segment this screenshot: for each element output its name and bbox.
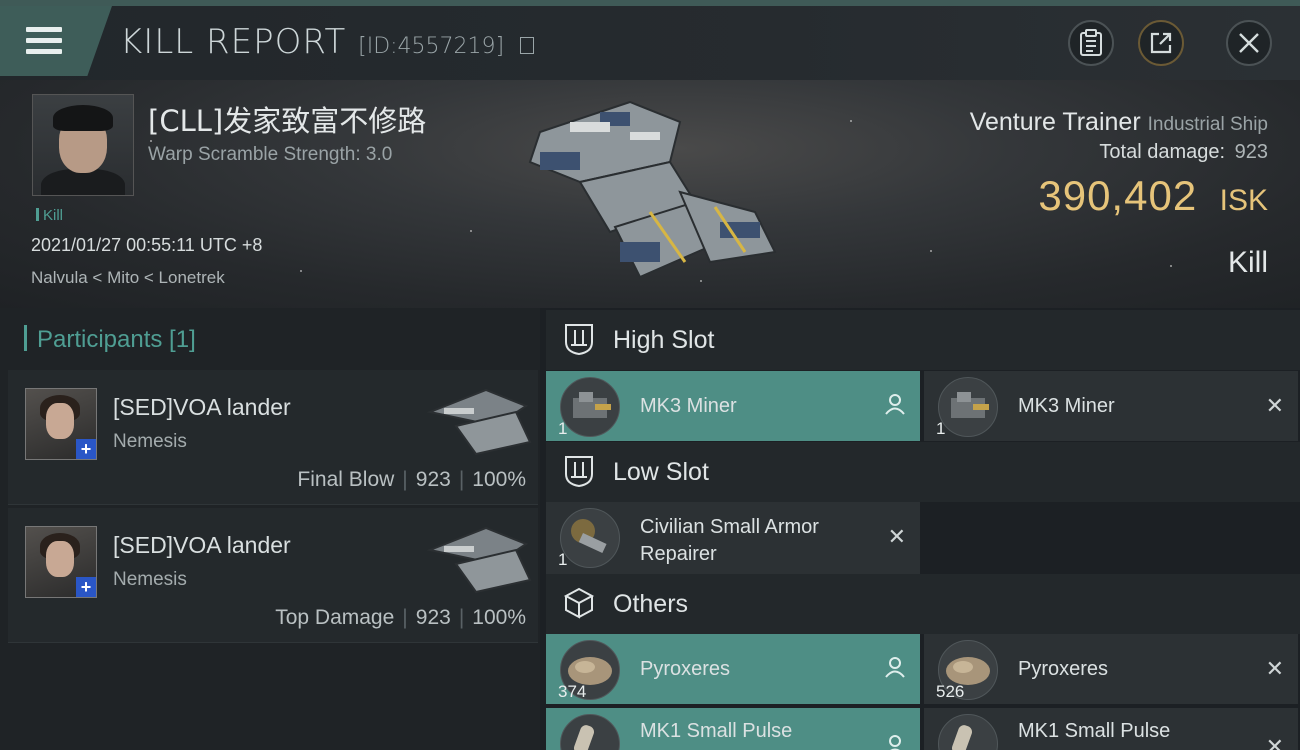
kill-tag: Kill	[36, 207, 63, 224]
item-name: Pyroxeres	[1018, 658, 1109, 680]
participant-card[interactable]: + [SED]VOA lander Nemesis Final Blow | 923…	[8, 370, 538, 505]
module-thumbnail	[938, 714, 998, 750]
others-item[interactable]: MK1 Small Pulse	[546, 708, 920, 750]
dropped-person-icon	[885, 394, 905, 415]
item-quantity: 1	[558, 419, 568, 438]
victim-ship-image[interactable]	[520, 92, 790, 302]
module-thumbnail	[560, 714, 620, 750]
hamburger-icon	[26, 27, 62, 60]
low-slot-item[interactable]: 1 Civilian Small Armor Repairer ✕	[546, 502, 920, 574]
ship-name-text: Venture Trainer	[969, 108, 1141, 136]
low-slot-label: Low Slot	[613, 458, 709, 486]
participant-ship: Nemesis	[113, 569, 187, 590]
high-slot-icon	[565, 324, 593, 356]
participant-avatar[interactable]: +	[25, 388, 97, 460]
participants-heading: Participants [1]	[24, 325, 196, 354]
item-quantity: 1	[558, 550, 568, 569]
kill-id: [ID:4557219]	[358, 34, 505, 59]
module-thumbnail	[560, 508, 620, 568]
item-name: MK3 Miner	[640, 395, 737, 417]
item-quantity: 374	[558, 682, 587, 701]
others-label: Others	[613, 590, 689, 618]
high-slot-item[interactable]: 1 MK3 Miner	[546, 371, 920, 441]
participant-avatar[interactable]: +	[25, 526, 97, 598]
low-slot-icon	[565, 456, 593, 488]
destroyed-x-icon: ✕	[1265, 656, 1284, 681]
others-item[interactable]: 374 Pyroxeres	[546, 634, 920, 704]
others-item[interactable]: MK1 Small Pulse ✕	[924, 708, 1298, 750]
participant-role: Final Blow	[297, 468, 395, 491]
participant-card[interactable]: + [SED]VOA lander Nemesis Top Damage | 923…	[8, 508, 538, 643]
share-icon	[1150, 32, 1172, 54]
isk-label: ISK	[1219, 184, 1268, 217]
others-header: Others	[546, 574, 1300, 634]
destroyed-x-icon: ✕	[1265, 734, 1284, 750]
clipboard-button[interactable]	[1068, 20, 1114, 66]
item-name: MK1 Small Pulse	[640, 720, 793, 742]
destroyed-x-icon: ✕	[887, 524, 906, 549]
participant-ship-image	[426, 526, 532, 594]
participant-name: [SED]VOA lander	[113, 394, 291, 420]
dropped-person-icon	[889, 735, 901, 750]
low-slot-header: Low Slot	[546, 442, 1300, 502]
dropped-person-icon	[885, 657, 905, 678]
isk-value: 390,402 ISK	[1038, 172, 1268, 220]
high-slot-item[interactable]: 1 MK3 Miner ✕	[924, 371, 1298, 441]
close-icon	[1239, 33, 1259, 53]
participant-ship: Nemesis	[113, 431, 187, 452]
add-contact-icon[interactable]: +	[76, 577, 96, 597]
cube-icon	[563, 587, 595, 619]
total-damage: Total damage: 923	[1099, 141, 1268, 164]
victim-name[interactable]: [CLL]发家致富不修路	[148, 98, 426, 140]
module-thumbnail	[938, 377, 998, 437]
close-button[interactable]	[1226, 20, 1272, 66]
participant-stats: Final Blow | 923 | 100%	[297, 468, 526, 491]
kill-result: Kill	[1227, 246, 1268, 279]
participant-damage: 923	[415, 606, 451, 629]
item-quantity: 1	[936, 419, 946, 438]
participant-role: Top Damage	[275, 606, 395, 629]
warp-scramble-strength: Warp Scramble Strength: 3.0	[148, 144, 393, 165]
kill-datetime: 2021/01/27 00:55:11 UTC +8	[31, 235, 263, 255]
destroyed-x-icon: ✕	[1265, 393, 1284, 418]
participant-ship-image	[426, 388, 532, 456]
item-name: MK1 Small Pulse	[1018, 720, 1171, 742]
participant-damage: 923	[415, 468, 451, 491]
module-thumbnail	[560, 377, 620, 437]
high-slot-header: High Slot	[546, 310, 1300, 370]
copy-icon[interactable]	[519, 37, 534, 54]
kill-location[interactable]: Nalvula < Mito < Lonetrek	[31, 268, 225, 288]
victim-portrait[interactable]	[32, 94, 134, 196]
participant-percent: 100%	[472, 468, 526, 491]
participant-name: [SED]VOA lander	[113, 532, 291, 558]
item-name: MK3 Miner	[1018, 395, 1115, 417]
page-title: KILL REPORT [ID:4557219]	[120, 22, 534, 62]
high-slot-label: High Slot	[613, 326, 715, 354]
share-button[interactable]	[1138, 20, 1184, 66]
total-damage-value: 923	[1234, 141, 1268, 163]
page-title-text: KILL REPORT	[120, 22, 347, 62]
ship-name[interactable]: Venture Trainer Industrial Ship	[970, 108, 1268, 137]
participant-stats: Top Damage | 923 | 100%	[275, 606, 526, 629]
item-name-line2: Repairer	[640, 543, 717, 565]
others-item[interactable]: 526 Pyroxeres ✕	[924, 634, 1298, 704]
item-name: Pyroxeres	[640, 658, 731, 680]
total-damage-label: Total damage:	[1099, 141, 1226, 163]
isk-amount: 390,402	[1038, 172, 1198, 219]
item-name: Civilian Small Armor Repairer	[640, 514, 819, 568]
add-contact-icon[interactable]: +	[76, 439, 96, 459]
clipboard-icon	[1080, 29, 1102, 56]
item-name-line1: Civilian Small Armor	[640, 516, 819, 538]
ship-class: Industrial Ship	[1147, 114, 1268, 135]
participant-percent: 100%	[472, 606, 526, 629]
item-quantity: 526	[936, 682, 965, 701]
